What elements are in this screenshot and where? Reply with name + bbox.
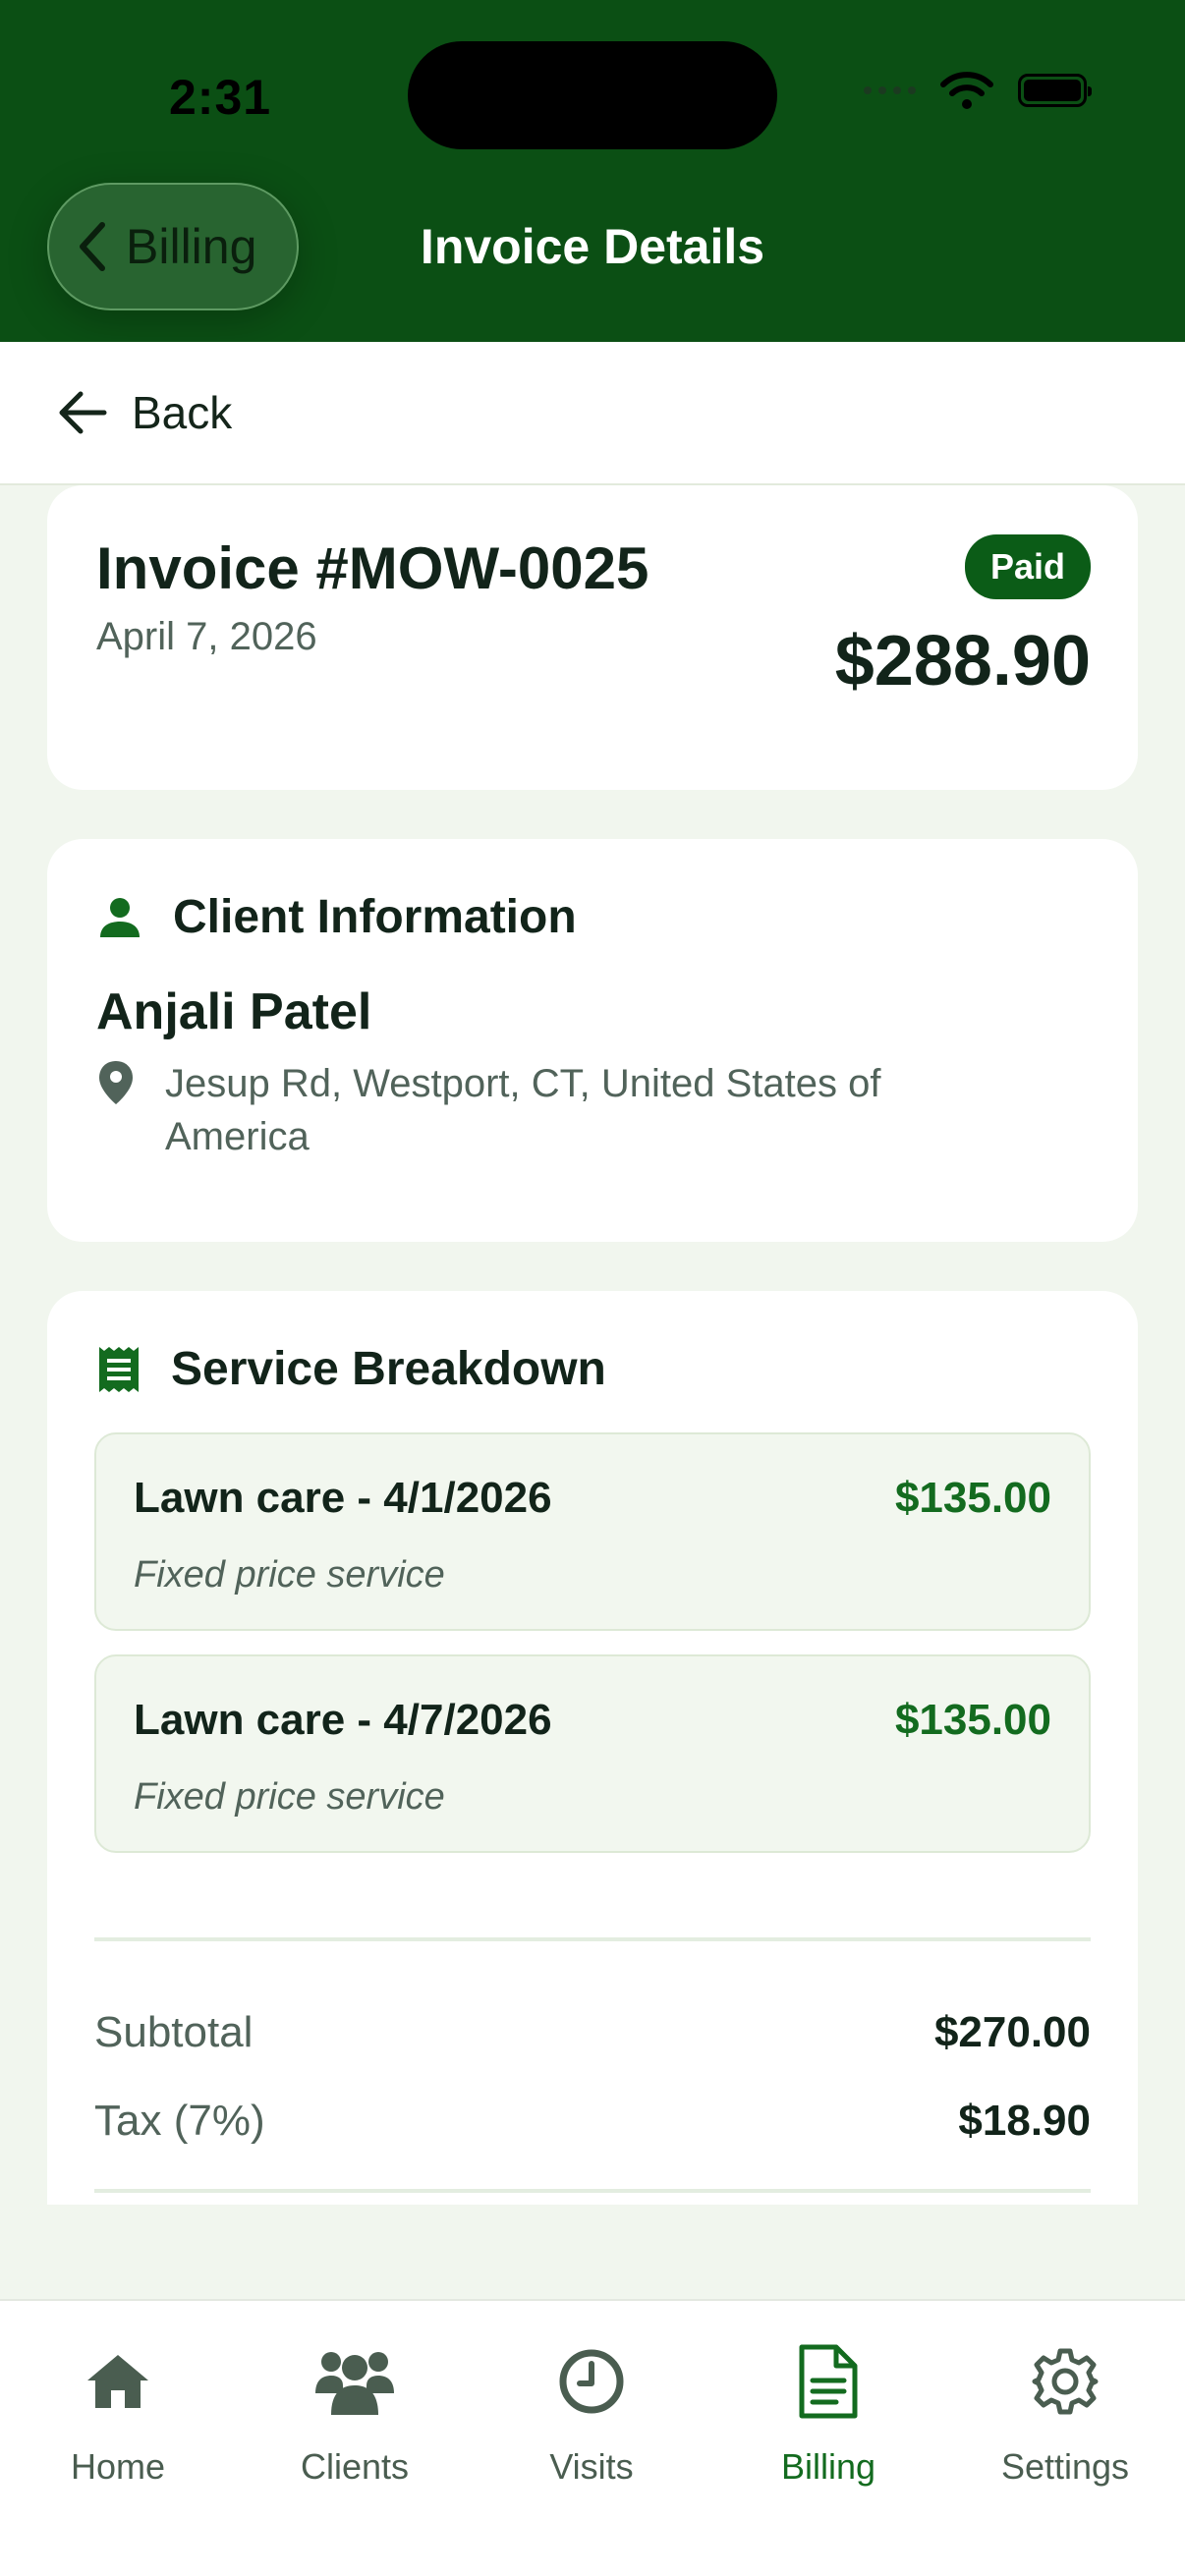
users-icon	[315, 2352, 394, 2415]
client-address-row: Jesup Rd, Westport, CT, United States of…	[96, 1057, 1010, 1163]
divider	[94, 2189, 1091, 2193]
service-name: Lawn care - 4/1/2026	[134, 1474, 552, 1522]
status-badge: Paid	[964, 534, 1091, 599]
services-section-title: Service Breakdown	[171, 1343, 606, 1395]
invoice-total: $288.90	[834, 622, 1091, 700]
location-pin-icon	[99, 1061, 133, 1104]
service-item: Lawn care - 4/7/2026 $135.00 Fixed price…	[94, 1654, 1091, 1853]
service-item: Lawn care - 4/1/2026 $135.00 Fixed price…	[94, 1432, 1091, 1631]
battery-icon	[1018, 74, 1092, 107]
tax-label: Tax (7%)	[94, 2097, 265, 2145]
gear-icon	[1032, 2348, 1099, 2415]
wifi-icon	[940, 72, 993, 109]
invoice-date: April 7, 2026	[96, 615, 317, 658]
header: 2:31 Billing Invoice Details	[0, 0, 1185, 342]
tab-label: Visits	[549, 2446, 634, 2487]
subtotal-row: Subtotal $270.00	[94, 2008, 1091, 2057]
status-time: 2:31	[169, 70, 272, 125]
tab-bar: Home Clients Visits Billing Settings	[0, 2299, 1185, 2576]
service-name: Lawn care - 4/7/2026	[134, 1696, 552, 1744]
clock-icon	[559, 2349, 624, 2414]
tab-label: Home	[70, 2446, 166, 2487]
person-icon	[100, 897, 140, 937]
tab-label: Clients	[300, 2446, 410, 2487]
service-description: Fixed price service	[134, 1776, 445, 1818]
service-price: $135.00	[894, 1474, 1051, 1522]
tab-label: Billing	[780, 2446, 876, 2487]
services-section-header: Service Breakdown	[96, 1342, 606, 1396]
signal-icon	[864, 86, 916, 94]
arrow-left-icon	[59, 391, 107, 434]
client-name: Anjali Patel	[96, 983, 372, 1040]
invoice-summary-card: Invoice #MOW-0025 April 7, 2026 Paid $28…	[47, 485, 1138, 790]
divider	[94, 1937, 1091, 1941]
tax-row: Tax (7%) $18.90	[94, 2097, 1091, 2146]
tax-value: $18.90	[958, 2097, 1091, 2145]
invoice-number: Invoice #MOW-0025	[96, 535, 649, 601]
receipt-icon	[99, 1346, 139, 1392]
back-label: Back	[132, 387, 233, 438]
home-icon	[87, 2355, 148, 2408]
back-button[interactable]: Back	[0, 342, 1185, 485]
tab-home[interactable]: Home	[20, 2342, 216, 2488]
tab-label: Settings	[1000, 2446, 1130, 2487]
invoice-details-screen: 2:31 Billing Invoice Details Back Invoic…	[0, 0, 1185, 2576]
service-breakdown-card: Service Breakdown Lawn care - 4/1/2026 $…	[47, 1291, 1138, 2205]
client-info-card: Client Information Anjali Patel Jesup Rd…	[47, 839, 1138, 1242]
tab-settings[interactable]: Settings	[967, 2342, 1163, 2488]
client-section-header: Client Information	[96, 890, 577, 944]
subtotal-value: $270.00	[933, 2008, 1091, 2056]
page-title: Invoice Details	[420, 219, 765, 274]
service-description: Fixed price service	[134, 1554, 445, 1596]
service-price: $135.00	[894, 1696, 1051, 1744]
tab-billing[interactable]: Billing	[730, 2342, 927, 2488]
tab-clients[interactable]: Clients	[256, 2342, 453, 2488]
document-icon	[799, 2344, 858, 2419]
tab-visits[interactable]: Visits	[493, 2342, 690, 2488]
dynamic-island	[408, 41, 777, 149]
subtotal-label: Subtotal	[94, 2008, 254, 2056]
status-icons	[864, 71, 1092, 110]
client-address: Jesup Rd, Westport, CT, United States of…	[165, 1062, 881, 1158]
client-section-title: Client Information	[173, 891, 577, 943]
